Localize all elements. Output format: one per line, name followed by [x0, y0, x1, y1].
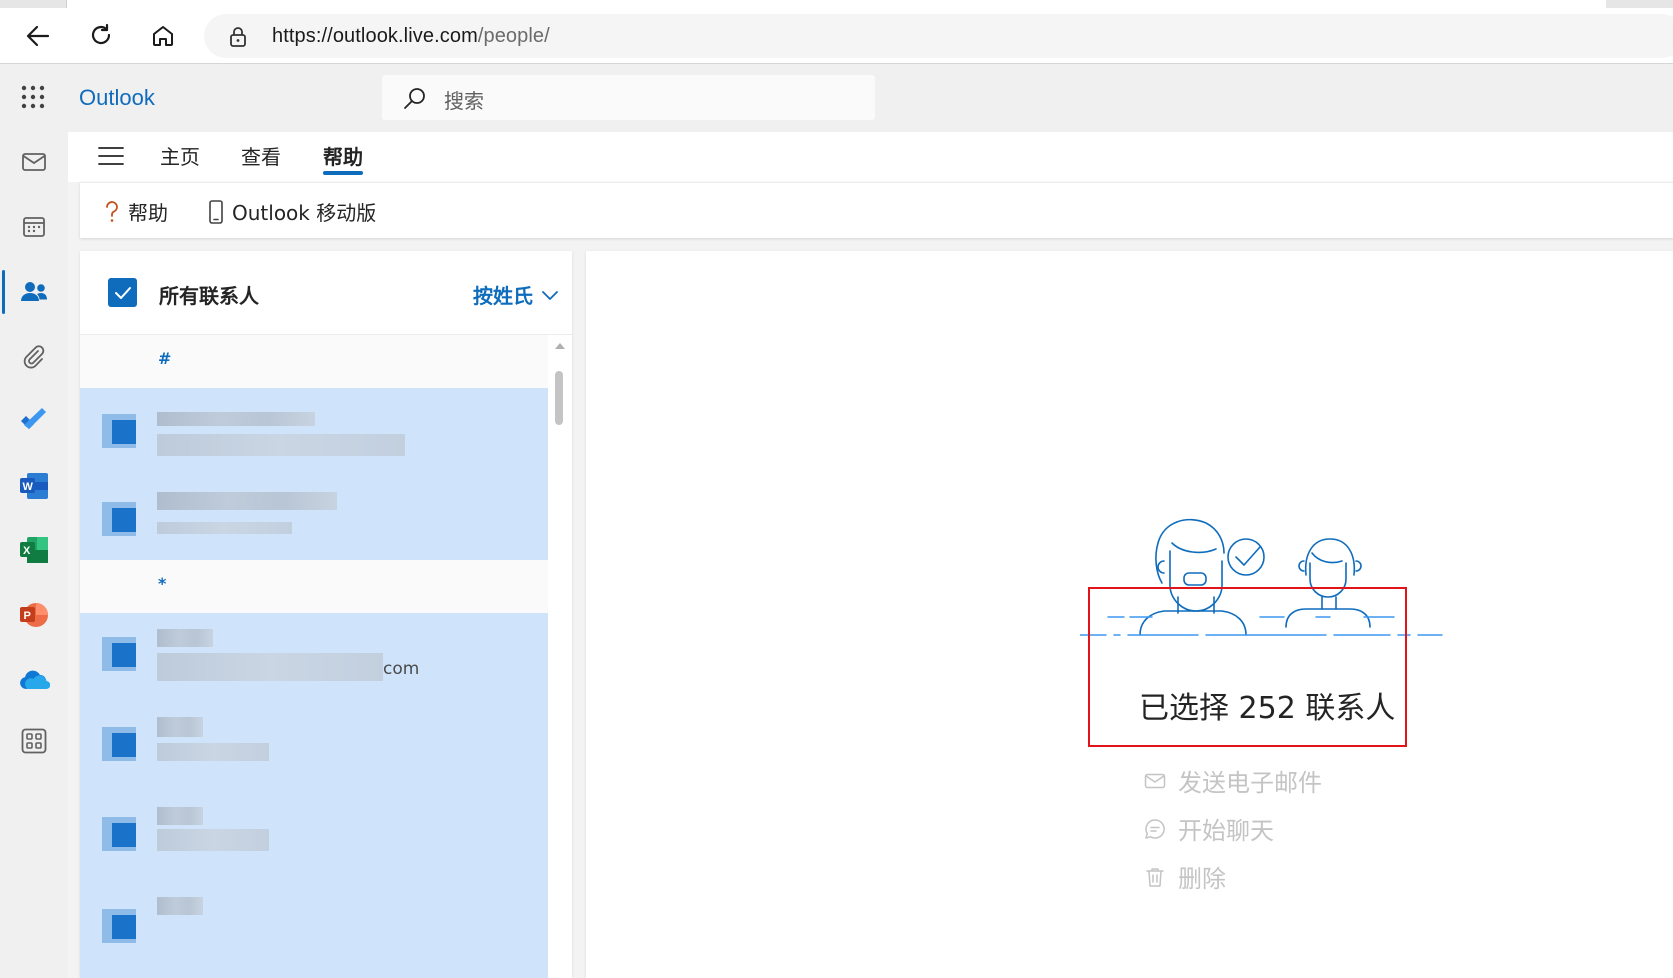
svg-text:X: X — [23, 545, 31, 557]
contact-name-redacted — [157, 412, 315, 426]
selected-count-text: 已选择 252 联系人 — [1139, 691, 1396, 726]
contact-email-redacted — [157, 743, 269, 761]
svg-text:W: W — [23, 481, 34, 493]
section-letter: # — [158, 349, 172, 368]
selected-contacts-group-2: com — [80, 613, 548, 978]
contact-email-fragment: com — [383, 659, 420, 679]
contact-list-pane: 所有联系人 按姓氏 # * com — [80, 251, 572, 978]
excel-icon[interactable]: X — [14, 530, 54, 570]
contact-avatar — [102, 502, 136, 536]
help-button[interactable]: 帮助 — [104, 197, 168, 226]
section-letter: * — [158, 574, 167, 593]
ribbon-tabs: 主页 查看 帮助 — [68, 132, 1673, 182]
mobile-phone-icon — [209, 199, 223, 224]
trash-icon — [1146, 867, 1164, 887]
address-bar[interactable]: https://outlook.live.com/people/ — [204, 14, 1673, 58]
help-button-label: 帮助 — [128, 201, 168, 225]
question-mark-icon — [106, 200, 118, 222]
browser-toolbar: https://outlook.live.com/people/ — [0, 8, 1673, 64]
contact-avatar — [102, 414, 136, 448]
search-placeholder: 搜索 — [444, 89, 484, 113]
contact-avatar — [102, 817, 136, 851]
tab-home[interactable]: 主页 — [160, 141, 200, 170]
contact-list-title: 所有联系人 — [159, 284, 259, 308]
tab-help[interactable]: 帮助 — [323, 141, 363, 170]
lock-icon[interactable] — [228, 26, 248, 52]
url-host: https://outlook.live.com — [272, 25, 478, 47]
contact-name-redacted — [157, 897, 203, 915]
section-header-star: * — [80, 560, 548, 613]
tab-view[interactable]: 查看 — [241, 141, 281, 170]
brand-title[interactable]: Outlook — [79, 85, 155, 111]
start-chat-action[interactable]: 开始聊天 — [1144, 811, 1274, 846]
sort-label: 按姓氏 — [473, 284, 533, 308]
delete-action[interactable]: 删除 — [1144, 859, 1226, 894]
checkmark-icon — [114, 286, 131, 299]
svg-text:P: P — [24, 610, 31, 622]
outlook-mobile-label: Outlook 移动版 — [232, 201, 377, 225]
people-icon[interactable] — [14, 272, 54, 312]
contact-email-redacted — [157, 434, 405, 456]
calendar-icon[interactable] — [14, 207, 54, 247]
sort-dropdown[interactable]: 按姓氏 — [473, 280, 559, 309]
ribbon-toolbar: 帮助 Outlook 移动版 — [80, 182, 1673, 238]
contact-email-redacted — [157, 829, 269, 851]
more-apps-icon[interactable] — [14, 721, 54, 761]
scroll-thumb[interactable] — [555, 371, 563, 425]
rail-active-indicator — [2, 270, 5, 314]
contact-avatar — [102, 909, 136, 943]
app-header: Outlook 搜索 — [0, 64, 1673, 132]
contact-row[interactable] — [80, 476, 548, 564]
chevron-down-icon — [542, 290, 558, 300]
mail-icon — [1144, 773, 1166, 788]
home-icon[interactable] — [147, 20, 179, 52]
contact-name-redacted — [157, 492, 337, 510]
contact-name-redacted — [157, 717, 203, 737]
send-email-action[interactable]: 发送电子邮件 — [1144, 763, 1322, 798]
mail-icon[interactable] — [14, 142, 54, 182]
select-all-checkbox[interactable] — [108, 278, 137, 307]
contact-email-redacted — [157, 653, 383, 681]
attachment-icon[interactable] — [14, 337, 54, 377]
contact-row[interactable] — [80, 793, 548, 881]
word-icon[interactable]: W — [14, 466, 54, 506]
contact-list-header: 所有联系人 按姓氏 — [80, 251, 572, 335]
contact-row[interactable]: com — [80, 613, 548, 701]
contact-name-redacted — [157, 807, 203, 825]
outlook-mobile-button[interactable]: Outlook 移动版 — [208, 197, 376, 226]
back-arrow-icon[interactable] — [22, 20, 54, 52]
contact-name-redacted — [157, 629, 213, 647]
app-launcher-icon[interactable] — [20, 84, 46, 110]
search-input[interactable]: 搜索 — [382, 75, 875, 120]
powerpoint-icon[interactable]: P — [14, 595, 54, 635]
start-chat-label: 开始聊天 — [1178, 817, 1274, 845]
contact-row[interactable] — [80, 388, 548, 476]
todo-icon[interactable] — [14, 400, 54, 440]
contact-avatar — [102, 727, 136, 761]
scroll-up-arrow-icon[interactable] — [555, 343, 565, 349]
hamburger-menu-icon[interactable] — [98, 146, 124, 166]
contact-row[interactable] — [80, 703, 548, 791]
url-path: /people/ — [477, 25, 550, 47]
refresh-icon[interactable] — [85, 20, 117, 52]
reading-pane: 已选择 252 联系人 发送电子邮件 开始聊天 删除 — [586, 251, 1673, 978]
active-tab-indicator — [323, 171, 363, 175]
contact-email-redacted — [157, 522, 292, 534]
section-header-hash: # — [80, 335, 548, 388]
contact-list-scrollbar[interactable] — [552, 339, 566, 978]
onedrive-icon[interactable] — [14, 660, 54, 700]
delete-label: 删除 — [1178, 865, 1226, 893]
browser-active-tab[interactable] — [66, 0, 1606, 8]
send-email-label: 发送电子邮件 — [1178, 769, 1322, 797]
app-rail: W X P — [0, 132, 68, 978]
contact-avatar — [102, 637, 136, 671]
selected-contacts-group-1 — [80, 388, 548, 560]
contact-row[interactable] — [80, 883, 548, 971]
search-icon — [402, 86, 428, 116]
chat-bubble-icon — [1145, 818, 1165, 839]
url-text[interactable]: https://outlook.live.com/people/ — [272, 25, 550, 48]
